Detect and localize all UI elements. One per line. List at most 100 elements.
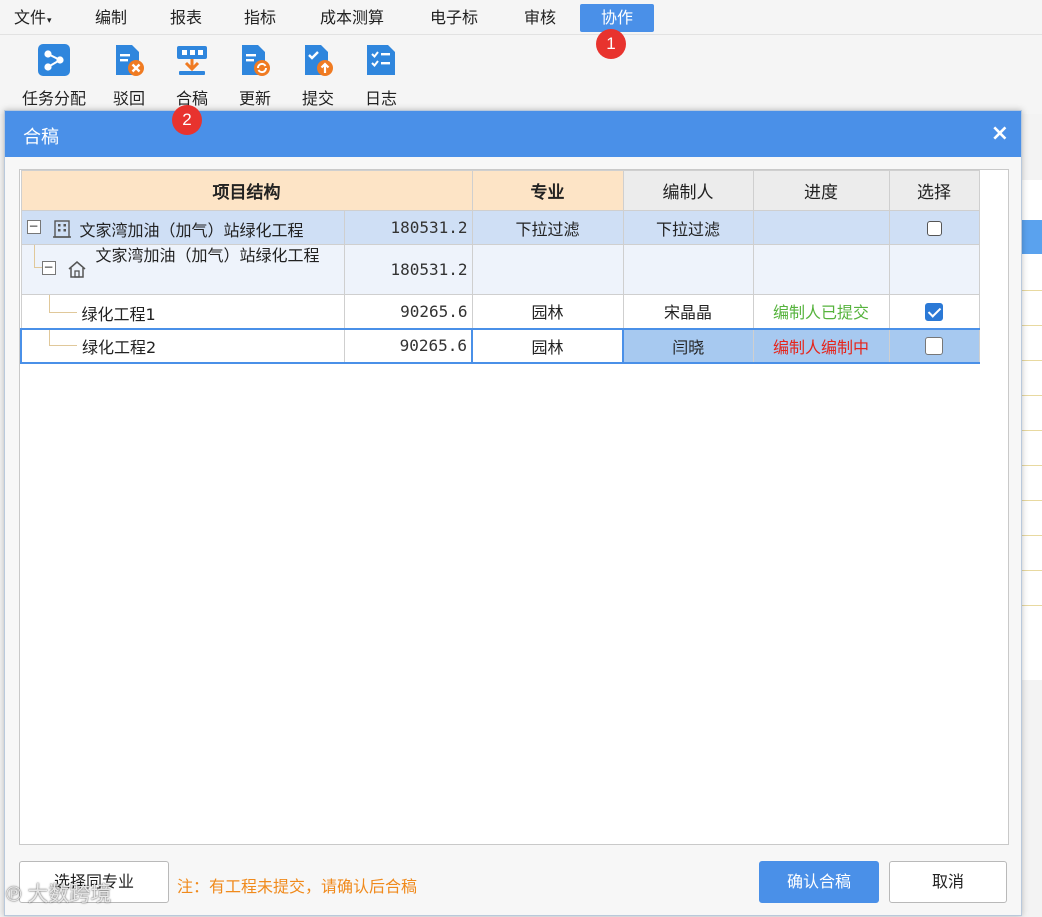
submit-icon [301,43,335,77]
step-badge-1: 1 [596,29,626,59]
task-assign-label: 任务分配 [21,89,86,108]
select-cell [888,294,980,329]
select-checkbox[interactable] [925,337,943,356]
background-row-line [1021,570,1042,571]
editor-cell: 闫晓 [622,327,754,364]
menu-file[interactable]: 文件▾ [4,4,62,32]
grid-header-row: 项目结构 专业 编制人 进度 选择 [20,170,980,211]
column-header-major[interactable]: 专业 [471,170,624,211]
update-label: 更新 [238,89,271,108]
ribbon-toolbar: 任务分配 驳回 合稿 更新 提交 日志 [0,34,1042,114]
update-button[interactable]: 更新 [219,43,291,109]
table-row[interactable]: − 文家湾加油（加气）站绿化工程 180531.2 [20,244,980,295]
building-icon [52,218,72,242]
merge-draft-button[interactable]: 合稿 [156,43,228,109]
amount-cell: 180531.2 [343,210,473,245]
menu-index[interactable]: 指标 [234,4,286,32]
close-icon[interactable]: × [991,121,1009,146]
merge-draft-dialog: 合稿 × 项目结构 专业 编制人 进度 选择 − 文家湾加油（加气）站绿化工程 … [4,110,1022,916]
background-row-line [1021,395,1042,396]
home-icon [67,259,87,283]
menu-bar: 文件▾ 编制 报表 指标 成本测算 电子标 审核 协作 [0,0,1042,34]
step-badge-2: 2 [172,105,202,135]
background-row-line [1021,465,1042,466]
editor-filter-dropdown[interactable]: 下拉过滤 [622,210,754,245]
task-assign-button[interactable]: 任务分配 [18,43,90,109]
update-icon [238,43,272,77]
tree-connector [48,295,50,312]
progress-status-in-progress: 编制人编制中 [752,327,890,364]
menu-collaborate[interactable]: 协作 [580,4,654,32]
reject-icon [112,43,146,77]
tree-connector [49,330,50,345]
project-grid: 项目结构 专业 编制人 进度 选择 − 文家湾加油（加气）站绿化工程 18053… [20,170,980,364]
table-row[interactable]: − 文家湾加油（加气）站绿化工程 180531.2 下拉过滤 下拉过滤 [20,210,980,245]
menu-file-label: 文件 [14,8,47,27]
progress-status-submitted: 编制人已提交 [752,294,890,329]
major-filter-dropdown[interactable]: 下拉过滤 [471,210,624,245]
reject-button[interactable]: 驳回 [93,43,165,109]
tree-cell: 绿化工程2 [20,327,345,364]
reject-label: 驳回 [112,89,145,108]
select-checkbox[interactable] [925,303,943,321]
tree-cell: − 文家湾加油（加气）站绿化工程 [20,244,345,295]
dialog-header: 合稿 × [5,111,1021,157]
background-table-edge [1020,180,1042,680]
major-cell[interactable]: 园林 [471,327,624,364]
column-header-progress[interactable]: 进度 [752,170,890,211]
select-all-checkbox[interactable] [926,221,942,236]
project-grid-panel: 项目结构 专业 编制人 进度 选择 − 文家湾加油（加气）站绿化工程 18053… [19,169,1009,845]
collapse-toggle-icon[interactable]: − [41,261,56,275]
tree-connector [33,267,42,268]
chevron-down-icon: ▾ [47,16,52,26]
log-label: 日志 [364,89,397,108]
collapse-toggle-icon[interactable]: − [26,220,41,234]
menu-cost-estimate[interactable]: 成本测算 [310,4,394,32]
major-cell: 园林 [471,294,624,329]
column-header-select[interactable]: 选择 [888,170,980,211]
log-button[interactable]: 日志 [345,43,417,109]
column-header-editor[interactable]: 编制人 [622,170,754,211]
watermark-logo: ℗ 大数跨境 [6,878,111,908]
tree-connector [49,344,77,346]
menu-report[interactable]: 报表 [160,4,212,32]
select-cell [888,244,980,295]
menu-e-bid[interactable]: 电子标 [420,4,488,32]
project-name: 文家湾加油（加气）站绿化工程 [79,221,304,240]
project-name: 绿化工程1 [81,305,156,324]
menu-edit[interactable]: 编制 [85,4,137,32]
watermark-text: 大数跨境 [27,883,112,906]
editor-cell: 宋晶晶 [622,294,754,329]
amount-cell: 90265.6 [343,327,473,364]
amount-cell: 90265.6 [343,294,473,329]
background-row-line [1021,325,1042,326]
confirm-merge-button[interactable]: 确认合稿 [759,861,879,903]
major-cell [471,244,624,295]
submit-button[interactable]: 提交 [282,43,354,109]
task-assign-icon [37,43,71,77]
log-icon [364,43,398,77]
project-name: 文家湾加油（加气）站绿化工程 [95,246,320,265]
select-cell [888,210,980,245]
tree-connector [48,312,77,313]
background-row-line [1021,605,1042,606]
progress-cell [752,244,890,295]
table-row[interactable]: 绿化工程1 90265.6 园林 宋晶晶 编制人已提交 [20,294,980,329]
merge-draft-icon [175,43,209,77]
select-cell [888,327,980,364]
tree-cell: − 文家湾加油（加气）站绿化工程 [20,210,345,245]
tree-connector [33,245,35,267]
table-row[interactable]: 绿化工程2 90265.6 园林 闫晓 编制人编制中 [20,327,980,364]
progress-cell [752,210,890,245]
menu-audit[interactable]: 审核 [514,4,566,32]
editor-cell [622,244,754,295]
column-header-structure[interactable]: 项目结构 [20,170,473,211]
cancel-button[interactable]: 取消 [889,861,1007,903]
background-selected-row [1021,220,1042,254]
background-row-line [1021,500,1042,501]
background-row-line [1021,360,1042,361]
project-name: 绿化工程2 [82,337,157,357]
amount-cell: 180531.2 [343,244,473,295]
background-row-line [1021,430,1042,431]
background-row-line [1021,535,1042,536]
